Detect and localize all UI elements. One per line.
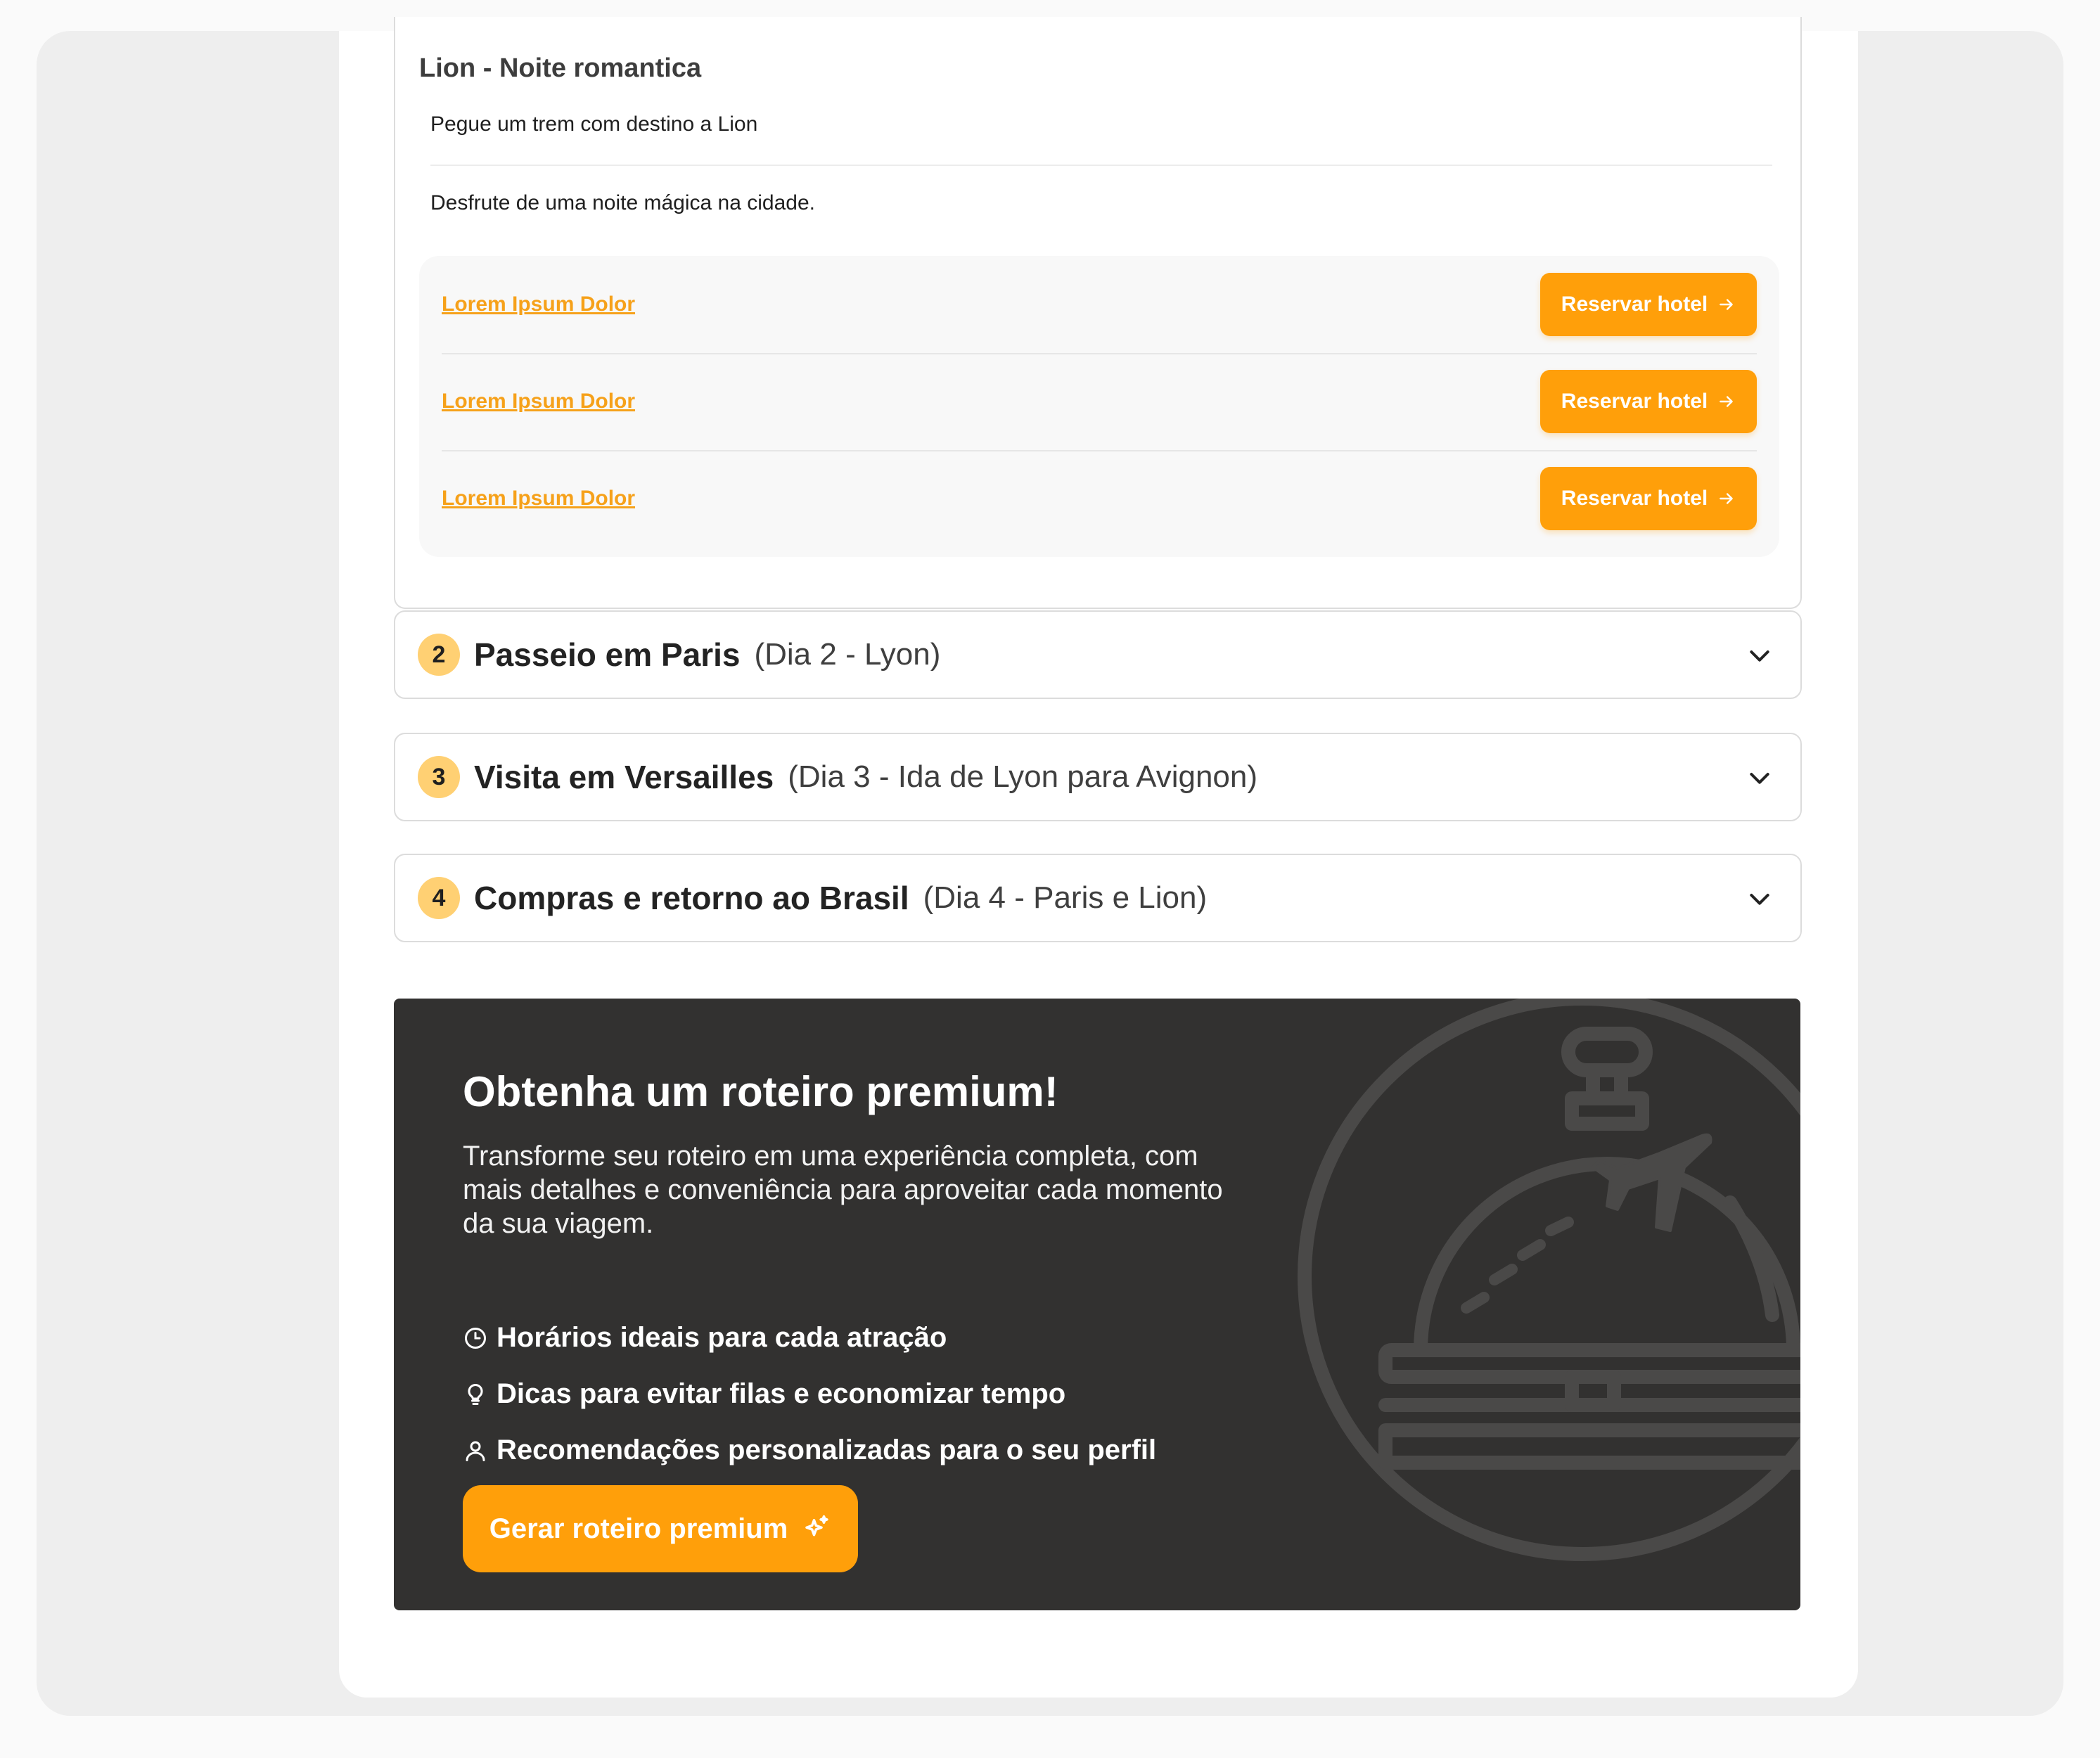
user-icon — [466, 1441, 485, 1461]
book-hotel-button[interactable]: Reservar hotel — [1540, 273, 1757, 336]
benefit-text: Horários ideais para cada atração — [497, 1322, 947, 1353]
day-number-badge: 3 — [418, 756, 460, 798]
sparkles-icon — [805, 1515, 828, 1536]
hotel-link[interactable]: Lorem Ipsum Dolor — [442, 293, 635, 316]
hotel-row: Lorem Ipsum Dolor Reservar hotel — [442, 353, 1757, 450]
book-hotel-label: Reservar hotel — [1561, 390, 1708, 413]
day-2-accordion[interactable]: 2 Passeio em Paris (Dia 2 - Lyon) — [394, 610, 1802, 699]
day-4-accordion[interactable]: 4 Compras e retorno ao Brasil (Dia 4 - P… — [394, 854, 1802, 942]
chevron-down-icon — [1750, 773, 1769, 784]
benefit-item: Recomendações personalizadas para o seu … — [463, 1435, 1156, 1466]
arrow-right-icon — [1720, 299, 1733, 310]
chevron-down-icon — [1750, 650, 1769, 662]
hotel-list: Lorem Ipsum Dolor Reservar hotel Lorem I… — [419, 256, 1779, 557]
arrow-right-icon — [1720, 493, 1733, 504]
day-1-card: Lion - Noite romantica Pegue um trem com… — [394, 17, 1802, 609]
generate-premium-button[interactable]: Gerar roteiro premium — [463, 1485, 858, 1572]
day-title: Visita em Versailles — [474, 759, 774, 795]
itinerary-panel: Lion - Noite romantica Pegue um trem com… — [339, 17, 1858, 1698]
book-hotel-button[interactable]: Reservar hotel — [1540, 467, 1757, 530]
activity-item: Desfrute de uma noite mágica na cidade. — [430, 191, 815, 214]
benefit-text: Recomendações personalizadas para o seu … — [497, 1435, 1157, 1465]
arrow-right-icon — [1720, 396, 1733, 407]
page-background: Lion - Noite romantica Pegue um trem com… — [37, 17, 2063, 1716]
premium-description: Transforme seu roteiro em uma experiênci… — [463, 1141, 1223, 1239]
day-subtitle: (Dia 4 - Paris e Lion) — [923, 880, 1208, 915]
day-subtitle: (Dia 3 - Ida de Lyon para Avignon) — [788, 759, 1258, 794]
book-hotel-label: Reservar hotel — [1561, 293, 1708, 316]
benefit-item: Dicas para evitar filas e economizar tem… — [463, 1378, 1065, 1410]
hotel-row: Lorem Ipsum Dolor Reservar hotel — [442, 450, 1757, 547]
chevron-down-icon — [1750, 894, 1769, 905]
day-title: Compras e retorno ao Brasil — [474, 880, 909, 916]
lightbulb-icon — [468, 1383, 483, 1405]
book-hotel-button[interactable]: Reservar hotel — [1540, 370, 1757, 433]
book-hotel-label: Reservar hotel — [1561, 487, 1708, 510]
day-title: Passeio em Paris — [474, 636, 741, 673]
premium-title: Obtenha um roteiro premium! — [463, 1068, 1058, 1115]
service-bell-icon — [1298, 999, 1800, 1561]
hotel-link[interactable]: Lorem Ipsum Dolor — [442, 487, 635, 511]
clock-icon — [465, 1327, 486, 1349]
premium-banner: Obtenha um roteiro premium! Transforme s… — [394, 999, 1800, 1610]
benefit-item: Horários ideais para cada atração — [463, 1322, 947, 1354]
divider — [430, 165, 1772, 166]
day-3-accordion[interactable]: 3 Visita em Versailles (Dia 3 - Ida de L… — [394, 733, 1802, 821]
hotel-row: Lorem Ipsum Dolor Reservar hotel — [442, 256, 1757, 353]
day-number-badge: 2 — [418, 634, 460, 676]
benefit-text: Dicas para evitar filas e economizar tem… — [497, 1378, 1066, 1409]
generate-premium-label: Gerar roteiro premium — [489, 1513, 788, 1544]
day-subtitle: (Dia 2 - Lyon) — [754, 637, 941, 672]
activity-item: Pegue um trem com destino a Lion — [430, 113, 758, 136]
day-1-section-title: Lion - Noite romantica — [419, 53, 702, 83]
day-number-badge: 4 — [418, 877, 460, 919]
hotel-link[interactable]: Lorem Ipsum Dolor — [442, 390, 635, 413]
